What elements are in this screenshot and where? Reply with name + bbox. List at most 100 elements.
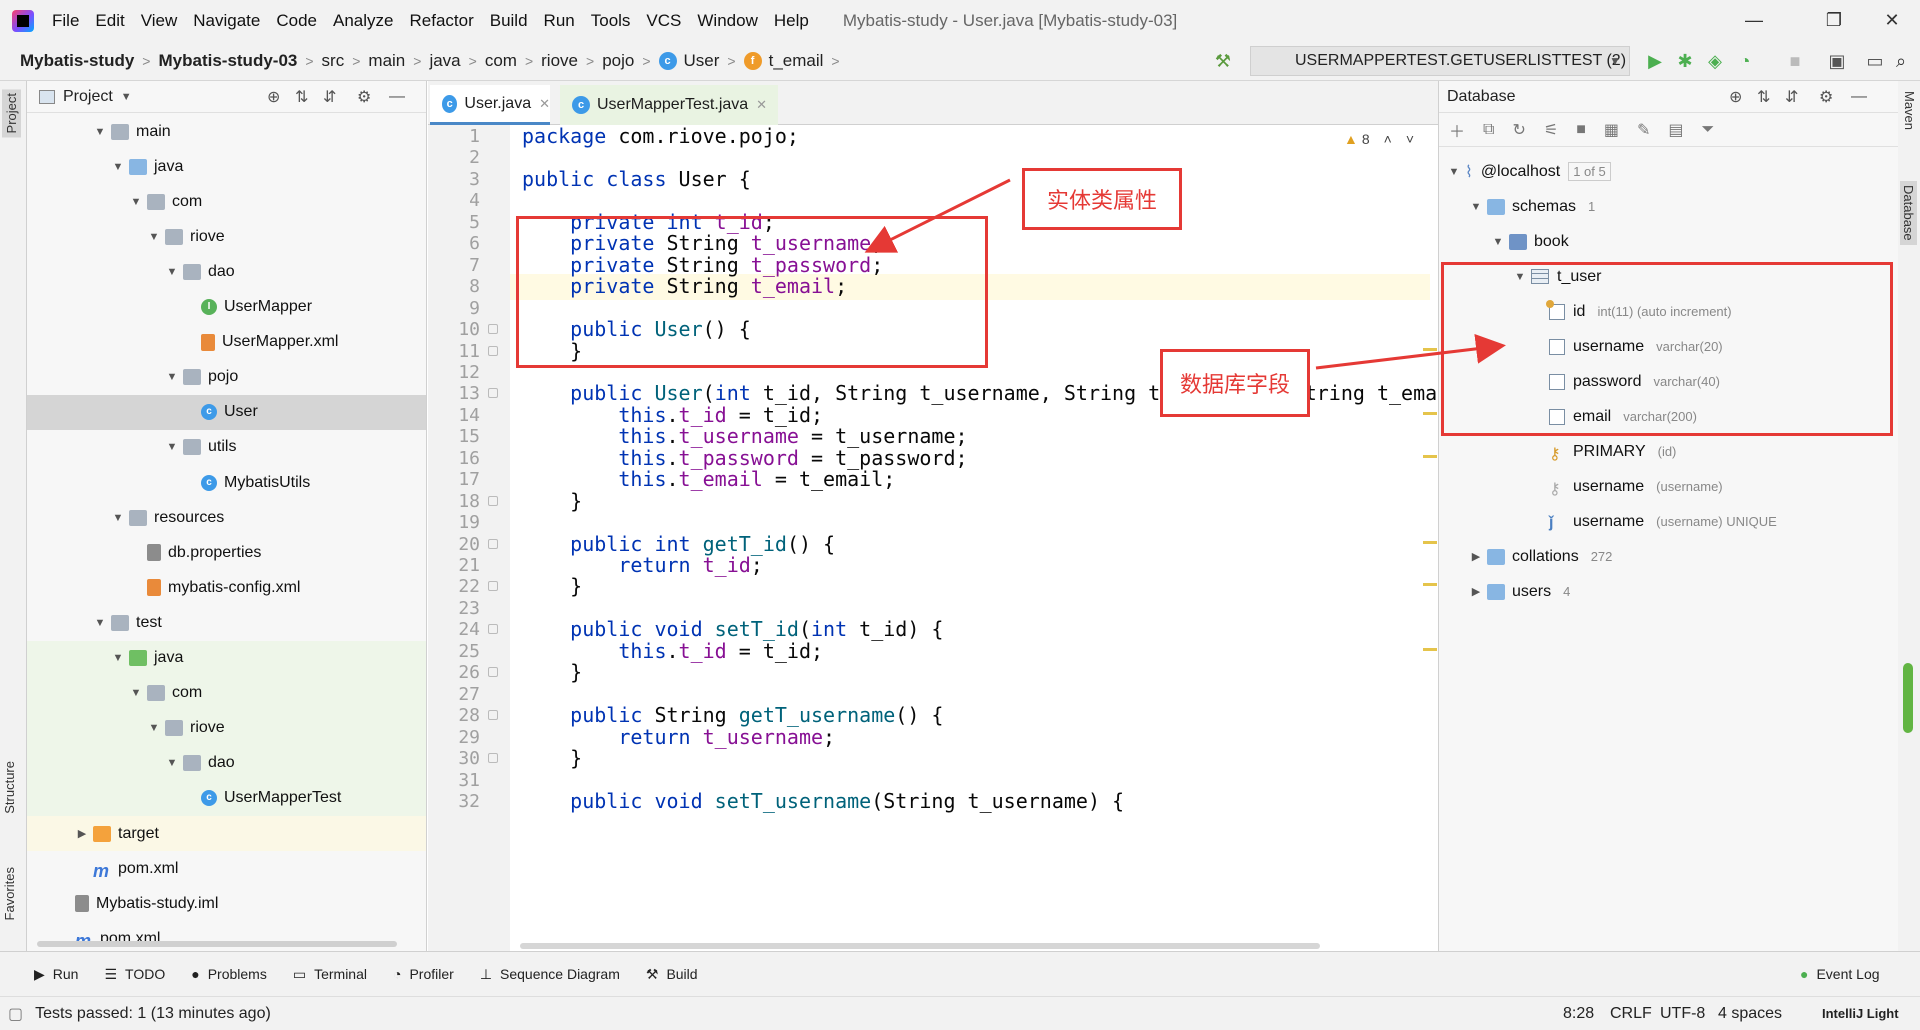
- tree-item[interactable]: c UserMapperTest: [27, 780, 426, 816]
- chevron-down-icon[interactable]: ▼: [93, 617, 107, 629]
- problems-tool-button[interactable]: ● Problems: [191, 966, 267, 982]
- indent-setting[interactable]: 4 spaces: [1718, 1005, 1782, 1023]
- tree-item[interactable]: c MybatisUtils: [27, 465, 426, 500]
- chevron-right-icon[interactable]: ▶: [75, 827, 89, 840]
- horizontal-scrollbar[interactable]: [520, 943, 1320, 949]
- code-line[interactable]: public class User {: [522, 166, 751, 192]
- chevron-down-icon[interactable]: ▼: [165, 371, 179, 383]
- close-icon[interactable]: ✕: [539, 96, 550, 112]
- maximize-button[interactable]: ❐: [1806, 0, 1862, 41]
- tree-item[interactable]: ▼ com: [27, 184, 426, 219]
- structure-tool-tab[interactable]: Structure: [2, 761, 17, 814]
- breadcrumb-riove[interactable]: riove: [541, 51, 578, 71]
- properties-icon[interactable]: ⚟: [1544, 120, 1558, 140]
- menu-file[interactable]: File: [44, 11, 87, 31]
- fold-icon[interactable]: [488, 710, 498, 721]
- status-message[interactable]: Tests passed: 1 (13 minutes ago): [35, 1005, 271, 1023]
- breadcrumb-java[interactable]: java: [429, 51, 460, 71]
- close-icon[interactable]: ✕: [756, 97, 767, 113]
- chevron-down-icon[interactable]: ▼: [93, 126, 107, 138]
- key-node[interactable]: ⚷ PRIMARY (id): [1439, 434, 1899, 469]
- favorites-tool-tab[interactable]: Favorites: [2, 867, 17, 920]
- tab-user-java[interactable]: c User.java ✕: [430, 85, 550, 125]
- inspection-widget[interactable]: ▲ 8 ˄ ˅: [1344, 131, 1414, 147]
- chevron-down-icon[interactable]: ▼: [121, 91, 132, 103]
- menu-run[interactable]: Run: [536, 11, 583, 31]
- menu-window[interactable]: Window: [689, 11, 765, 31]
- tree-item[interactable]: ▼ riove: [27, 710, 426, 746]
- tree-item[interactable]: I UserMapper: [27, 290, 426, 325]
- breadcrumb-pojo[interactable]: pojo: [602, 51, 634, 71]
- fold-icon[interactable]: [488, 753, 498, 764]
- tree-item[interactable]: db.properties: [27, 535, 426, 570]
- table-view-icon[interactable]: ▦: [1604, 120, 1619, 140]
- stop-icon[interactable]: ■: [1576, 121, 1586, 139]
- event-log-button[interactable]: ● Event Log: [1800, 966, 1880, 982]
- fold-icon[interactable]: [488, 624, 498, 635]
- file-encoding[interactable]: UTF-8: [1660, 1005, 1705, 1023]
- users-node[interactable]: ▶ users 4: [1439, 574, 1899, 609]
- chevron-down-icon[interactable]: ▼: [1491, 236, 1505, 248]
- tree-item[interactable]: ▼ java: [27, 640, 426, 676]
- run-tool-button[interactable]: ▶ Run: [34, 966, 78, 983]
- gear-icon[interactable]: ⚙: [357, 87, 371, 107]
- chevron-down-icon[interactable]: ▼: [147, 722, 161, 734]
- fold-icon[interactable]: [488, 538, 498, 549]
- todo-tool-button[interactable]: ☰ TODO: [104, 966, 165, 983]
- tree-item[interactable]: mybatis-config.xml: [27, 570, 426, 605]
- expand-all-icon[interactable]: ⇅: [1757, 87, 1770, 107]
- tab-usermappertest-java[interactable]: c UserMapperTest.java ✕: [560, 85, 778, 125]
- refresh-icon[interactable]: ↻: [1512, 120, 1525, 140]
- menu-view[interactable]: View: [133, 11, 186, 31]
- chevron-right-icon[interactable]: ▶: [1469, 585, 1483, 598]
- horizontal-scrollbar[interactable]: [37, 941, 397, 947]
- tree-item[interactable]: UserMapper.xml: [27, 325, 426, 360]
- tree-item[interactable]: ▼ resources: [27, 500, 426, 535]
- chevron-down-icon[interactable]: ▼: [165, 266, 179, 278]
- menu-code[interactable]: Code: [268, 11, 325, 31]
- gear-icon[interactable]: ⚙: [1819, 87, 1833, 107]
- tree-item[interactable]: m pom.xml: [27, 851, 426, 886]
- console-icon[interactable]: ▤: [1668, 120, 1683, 140]
- search-icon[interactable]: ⌕: [1890, 50, 1912, 72]
- warning-marker[interactable]: [1423, 647, 1437, 651]
- chevron-down-icon[interactable]: ▼: [1469, 201, 1483, 213]
- coverage-icon[interactable]: ◈: [1704, 50, 1726, 72]
- warning-marker[interactable]: [1423, 411, 1437, 415]
- chevron-down-icon[interactable]: ▼: [129, 196, 143, 208]
- menu-build[interactable]: Build: [482, 11, 536, 31]
- tree-item[interactable]: ▼ utils: [27, 430, 426, 465]
- breadcrumb-user[interactable]: c User: [658, 51, 719, 71]
- tree-item[interactable]: ▼ com: [27, 675, 426, 711]
- layout-icon[interactable]: ▭: [1864, 50, 1886, 72]
- sequence-diagram-tool-button[interactable]: ⊥ Sequence Diagram: [480, 966, 620, 983]
- code-line[interactable]: }: [522, 488, 582, 514]
- chevron-up-icon[interactable]: ˄: [1384, 131, 1392, 147]
- tree-item[interactable]: Mybatis-study.iml: [27, 886, 426, 921]
- copy-icon[interactable]: ⧉: [1483, 121, 1494, 139]
- chevron-down-icon[interactable]: ▼: [111, 161, 125, 173]
- profile-icon[interactable]: ◔: [1734, 50, 1756, 72]
- code-line[interactable]: }: [522, 573, 582, 599]
- tree-item[interactable]: ▼ dao: [27, 254, 426, 289]
- warning-marker[interactable]: [1423, 454, 1437, 458]
- stop-icon[interactable]: ■: [1784, 50, 1806, 72]
- code-line[interactable]: public void setT_username(String t_usern…: [522, 788, 1124, 814]
- key-node[interactable]: ⚷ username (username): [1439, 469, 1899, 504]
- profiler-tool-button[interactable]: ◔ Profiler: [393, 966, 454, 982]
- expand-all-icon[interactable]: ⇅: [295, 87, 308, 107]
- run-configuration-select[interactable]: USERMAPPERTEST.GETUSERLISTTEST (2) ▼: [1250, 46, 1630, 76]
- chevron-down-icon[interactable]: ˅: [1406, 131, 1414, 147]
- breadcrumb-field[interactable]: f t_email: [743, 51, 823, 71]
- menu-vcs[interactable]: VCS: [638, 11, 689, 31]
- menu-analyze[interactable]: Analyze: [325, 11, 401, 31]
- chevron-right-icon[interactable]: ▶: [1469, 550, 1483, 563]
- run-icon[interactable]: ▶: [1644, 50, 1666, 72]
- menu-navigate[interactable]: Navigate: [185, 11, 268, 31]
- schema-book-node[interactable]: ▼ book: [1439, 224, 1899, 259]
- fold-icon[interactable]: [488, 667, 498, 678]
- schemas-node[interactable]: ▼ schemas 1: [1439, 189, 1899, 224]
- warning-marker[interactable]: [1423, 583, 1437, 587]
- locate-icon[interactable]: ⊕: [1729, 87, 1742, 107]
- menu-refactor[interactable]: Refactor: [401, 11, 481, 31]
